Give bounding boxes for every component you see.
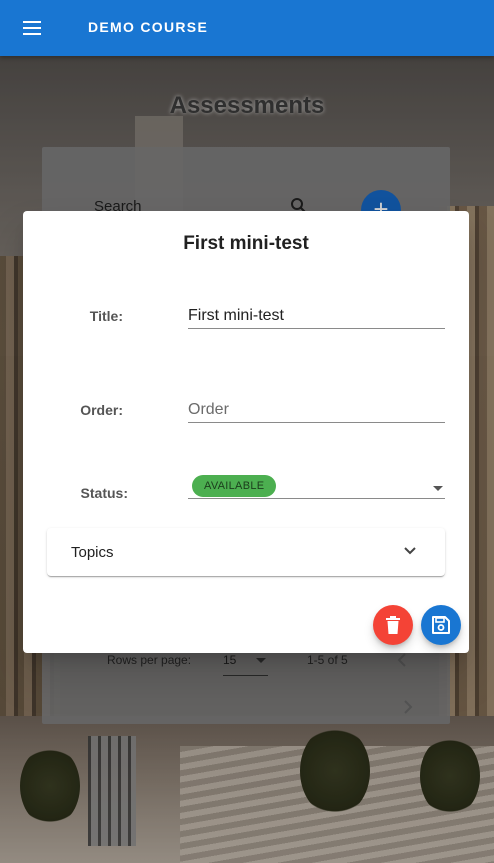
chevron-down-icon	[404, 547, 416, 555]
order-label: Order:	[80, 402, 123, 418]
status-label: Status:	[80, 485, 128, 501]
menu-icon[interactable]	[16, 14, 48, 42]
dialog-title: First mini-test	[183, 233, 309, 254]
status-chip: AVAILABLE	[192, 475, 277, 497]
trash-icon	[386, 616, 400, 634]
delete-button[interactable]	[373, 605, 413, 645]
topics-label: Topics	[71, 544, 114, 561]
caret-down-icon	[433, 486, 443, 491]
floppy-disk-icon	[432, 616, 450, 634]
assessment-dialog: First mini-test Title: Order: Status: AV…	[23, 211, 469, 653]
save-button[interactable]	[421, 605, 461, 645]
title-label: Title:	[89, 308, 123, 324]
course-title: DEMO COURSE	[88, 19, 209, 35]
topics-expansion-panel[interactable]: Topics	[47, 528, 445, 576]
title-input[interactable]	[188, 295, 445, 329]
status-select[interactable]: AVAILABLE	[188, 472, 445, 499]
app-bar: DEMO COURSE	[0, 0, 494, 56]
order-input[interactable]	[188, 389, 445, 423]
